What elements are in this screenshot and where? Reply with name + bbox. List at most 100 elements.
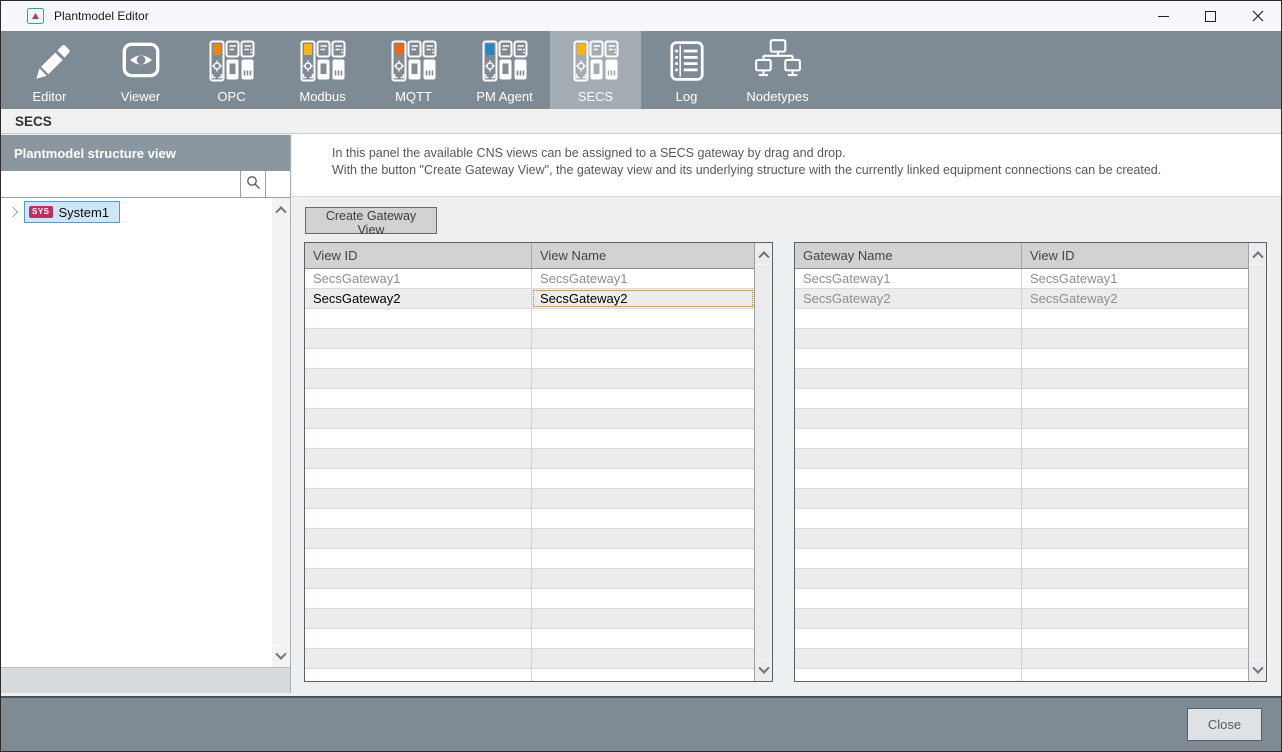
toolbar-item-viewer[interactable]: Viewer [95, 31, 186, 109]
toolbar-item-log[interactable]: Log [641, 31, 732, 109]
table-cell[interactable] [305, 469, 532, 488]
table-cell[interactable] [795, 649, 1022, 668]
table-row[interactable] [795, 589, 1248, 609]
column-header[interactable]: View Name [532, 243, 754, 268]
table-cell[interactable] [1022, 349, 1248, 368]
table-row[interactable] [305, 509, 754, 529]
table-cell[interactable]: SecsGateway2 [795, 289, 1022, 308]
table-cell[interactable] [532, 569, 754, 588]
table-row[interactable]: SecsGateway1SecsGateway1 [305, 269, 754, 289]
table-cell[interactable] [305, 549, 532, 568]
table-row[interactable] [305, 589, 754, 609]
table-cell[interactable] [795, 509, 1022, 528]
table-row[interactable] [305, 649, 754, 669]
table-cell[interactable]: SecsGateway2 [305, 289, 532, 308]
table-cell[interactable] [1022, 629, 1248, 648]
table-cell[interactable] [532, 669, 754, 681]
scroll-down-button[interactable] [1249, 659, 1266, 681]
table-row[interactable] [305, 409, 754, 429]
table-row[interactable] [305, 569, 754, 589]
table-row[interactable] [305, 549, 754, 569]
table-cell[interactable]: SecsGateway1 [795, 269, 1022, 288]
table-cell[interactable] [1022, 329, 1248, 348]
table-cell[interactable] [532, 609, 754, 628]
table-row[interactable] [795, 629, 1248, 649]
minimize-button[interactable] [1140, 1, 1187, 31]
table-cell[interactable] [1022, 449, 1248, 468]
table-row[interactable] [795, 469, 1248, 489]
table-row[interactable] [305, 609, 754, 629]
table-cell[interactable] [305, 389, 532, 408]
table-row[interactable] [305, 349, 754, 369]
table-cell[interactable] [795, 329, 1022, 348]
toolbar-item-mqtt[interactable]: MQTT [368, 31, 459, 109]
table-row[interactable] [795, 569, 1248, 589]
search-button[interactable] [240, 171, 265, 197]
table-cell[interactable] [305, 529, 532, 548]
table-cell[interactable] [795, 589, 1022, 608]
tree-node-system1[interactable]: SYS System1 [24, 201, 120, 223]
table-cell[interactable] [1022, 569, 1248, 588]
table-cell[interactable] [1022, 649, 1248, 668]
table-cell[interactable] [532, 449, 754, 468]
table-cell[interactable] [795, 669, 1022, 681]
table-cell[interactable] [1022, 429, 1248, 448]
table-cell[interactable] [532, 549, 754, 568]
table-cell[interactable] [795, 549, 1022, 568]
column-header[interactable]: Gateway Name [795, 243, 1022, 268]
table-cell[interactable] [305, 569, 532, 588]
table-cell[interactable] [305, 629, 532, 648]
table-row[interactable] [305, 369, 754, 389]
scroll-up-button[interactable] [1249, 243, 1266, 265]
expand-chevron-icon[interactable] [8, 207, 18, 217]
table-cell[interactable] [532, 429, 754, 448]
table-cell[interactable] [532, 409, 754, 428]
table-cell[interactable] [1022, 509, 1248, 528]
table-cell[interactable] [305, 329, 532, 348]
table-row[interactable] [305, 449, 754, 469]
table-row[interactable] [795, 529, 1248, 549]
table-row[interactable] [795, 369, 1248, 389]
table-cell[interactable] [795, 449, 1022, 468]
column-header[interactable]: View ID [1022, 243, 1248, 268]
table-row[interactable] [795, 389, 1248, 409]
scroll-down-button[interactable] [272, 645, 290, 667]
close-window-button[interactable] [1234, 1, 1281, 31]
table-row[interactable] [305, 669, 754, 681]
table-row[interactable] [795, 449, 1248, 469]
table-row[interactable] [795, 409, 1248, 429]
table-row[interactable]: SecsGateway1SecsGateway1 [795, 269, 1248, 289]
table-cell[interactable]: SecsGateway1 [305, 269, 532, 288]
table-cell[interactable] [532, 389, 754, 408]
table-cell[interactable] [1022, 669, 1248, 681]
table-cell[interactable] [795, 629, 1022, 648]
create-gateway-view-button[interactable]: Create Gateway View [305, 207, 437, 234]
table-row[interactable] [795, 329, 1248, 349]
table-cell[interactable] [1022, 389, 1248, 408]
maximize-button[interactable] [1187, 1, 1234, 31]
table-row[interactable] [305, 489, 754, 509]
table-cell[interactable] [1022, 369, 1248, 388]
table-cell[interactable] [1022, 589, 1248, 608]
table-cell[interactable] [532, 309, 754, 328]
table-scrollbar[interactable] [754, 243, 772, 681]
table-cell[interactable] [532, 589, 754, 608]
search-input[interactable] [1, 171, 240, 197]
table-row[interactable] [795, 349, 1248, 369]
table-row[interactable] [305, 329, 754, 349]
table-row[interactable] [795, 509, 1248, 529]
close-button[interactable]: Close [1187, 708, 1262, 741]
table-cell[interactable] [795, 609, 1022, 628]
table-cell[interactable] [795, 349, 1022, 368]
tree-scrollbar[interactable] [272, 198, 290, 667]
table-cell[interactable] [795, 389, 1022, 408]
scroll-down-button[interactable] [755, 659, 772, 681]
table-cell[interactable] [532, 369, 754, 388]
table-cell[interactable] [305, 409, 532, 428]
table-row[interactable] [795, 549, 1248, 569]
table-cell[interactable] [532, 629, 754, 648]
toolbar-item-pm-agent[interactable]: PM Agent [459, 31, 550, 109]
table-row[interactable] [795, 649, 1248, 669]
table-cell[interactable] [795, 489, 1022, 508]
toolbar-item-secs[interactable]: SECS [550, 31, 641, 109]
